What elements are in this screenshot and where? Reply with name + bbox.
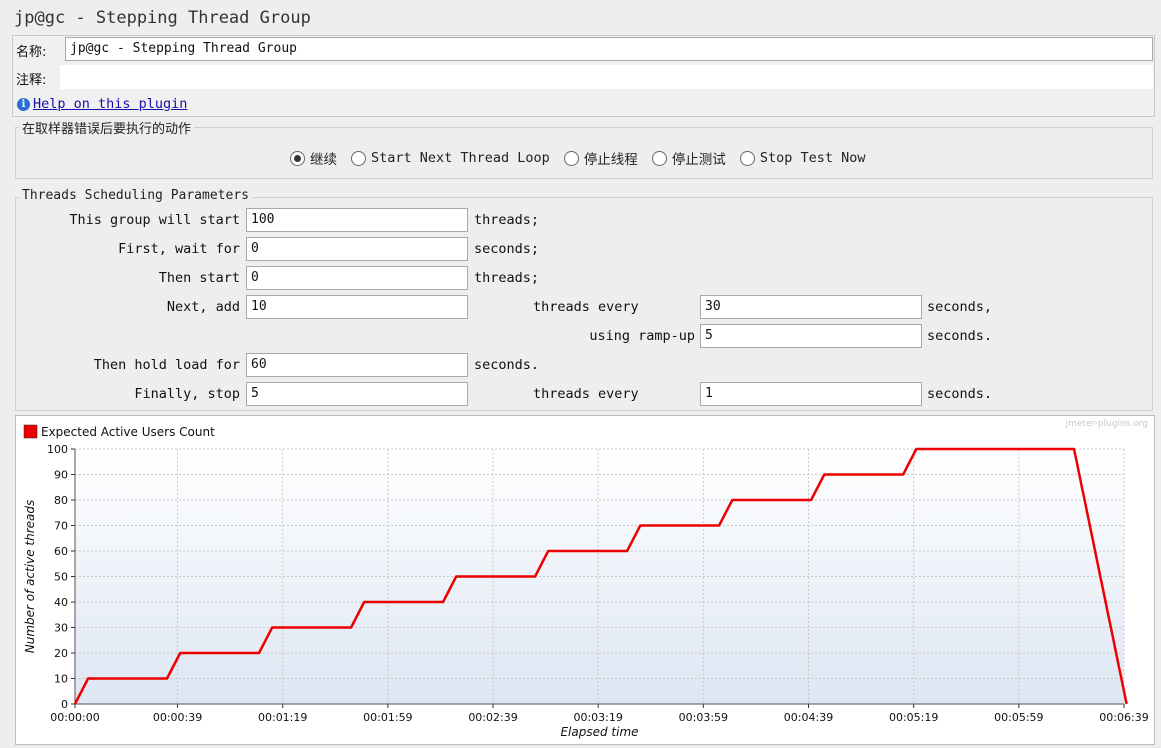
next-add-interval-input[interactable]: 30	[700, 295, 922, 319]
on-error-option[interactable]: 停止测试	[651, 148, 726, 168]
start-threads-input[interactable]: 100	[246, 208, 468, 232]
x-tick-label: 00:00:00	[50, 711, 99, 724]
on-error-option[interactable]: Start Next Thread Loop	[351, 150, 550, 166]
y-axis-title: Number of active threads	[23, 500, 37, 654]
next-add-unit: seconds,	[927, 299, 993, 315]
initial-delay-input[interactable]: 0	[246, 237, 468, 261]
x-tick-label: 00:00:39	[153, 711, 202, 724]
y-tick-label: 60	[54, 545, 68, 558]
ramp-up-input[interactable]: 5	[700, 324, 922, 348]
name-label: 名称:	[16, 45, 47, 60]
stop-threads-label: Finally, stop	[134, 386, 240, 402]
legend: Expected Active Users Count	[23, 424, 215, 439]
info-icon: i	[17, 98, 30, 111]
y-tick-label: 40	[54, 596, 68, 609]
radio-unchecked-icon[interactable]	[651, 150, 667, 166]
scheduling-legend: Threads Scheduling Parameters	[19, 188, 252, 203]
legend-label: Expected Active Users Count	[41, 425, 215, 439]
start-threads-unit: threads;	[474, 212, 540, 228]
legend-swatch	[23, 424, 38, 439]
on-error-option-label: Start Next Thread Loop	[371, 150, 550, 166]
start-threads-label: This group will start	[69, 212, 240, 228]
on-error-option[interactable]: 停止线程	[563, 148, 638, 168]
on-error-option-label: 停止测试	[671, 152, 726, 168]
y-tick-label: 20	[54, 647, 68, 660]
panel-title: jp@gc - Stepping Thread Group	[14, 8, 311, 28]
y-tick-label: 100	[47, 443, 68, 456]
then-start-label: Then start	[158, 270, 240, 286]
y-tick-label: 50	[54, 571, 68, 584]
stop-threads-input[interactable]: 5	[246, 382, 468, 406]
hold-load-unit: seconds.	[474, 357, 540, 373]
x-tick-label: 00:01:19	[258, 711, 307, 724]
on-error-legend: 在取样器错误后要执行的动作	[19, 118, 195, 137]
x-axis-title: Elapsed time	[560, 725, 638, 739]
radio-unchecked-icon[interactable]	[563, 150, 579, 166]
help-link[interactable]: Help on this plugin	[33, 96, 187, 112]
ramp-up-unit: seconds.	[927, 328, 993, 344]
x-tick-label: 00:05:59	[994, 711, 1043, 724]
initial-delay-label: First, wait for	[118, 241, 240, 257]
radio-checked-icon[interactable]	[290, 150, 305, 166]
next-add-input[interactable]: 10	[246, 295, 468, 319]
x-tick-label: 00:04:39	[784, 711, 833, 724]
x-tick-label: 00:06:39	[1099, 711, 1148, 724]
watermark: jmeter-plugins.org	[1065, 419, 1148, 429]
initial-delay-unit: seconds;	[474, 241, 540, 257]
stop-threads-interval-input[interactable]: 1	[700, 382, 922, 406]
name-comment-box: 名称: jp@gc - Stepping Thread Group 注释: i …	[12, 35, 1155, 117]
x-tick-label: 00:05:19	[889, 711, 938, 724]
hold-load-input[interactable]: 60	[246, 353, 468, 377]
name-input[interactable]: jp@gc - Stepping Thread Group	[65, 37, 1153, 61]
on-error-option-label: 继续	[310, 152, 337, 168]
chart-svg: 0 10 20 30 40 50 60 70 80 90 100 00:00:00 00:00:39 00…	[23, 419, 1149, 739]
stop-threads-unit: seconds.	[927, 386, 993, 402]
hold-load-label: Then hold load for	[93, 357, 240, 373]
radio-unchecked-icon[interactable]	[739, 150, 755, 166]
y-tick-label: 30	[54, 622, 68, 635]
comment-input[interactable]	[60, 65, 1153, 89]
stop-threads-mid-label: threads every	[533, 386, 639, 402]
y-tick-label: 90	[54, 469, 68, 482]
on-error-option[interactable]: Stop Test Now	[739, 150, 866, 166]
x-tick-label: 00:02:39	[468, 711, 517, 724]
x-tick-label: 00:01:59	[363, 711, 412, 724]
ramp-up-label: using ramp-up	[589, 328, 695, 344]
on-error-option-label: 停止线程	[583, 152, 638, 168]
next-add-label: Next, add	[166, 299, 240, 315]
on-error-option[interactable]: 继续	[290, 148, 337, 168]
x-tick-label: 00:03:19	[573, 711, 622, 724]
then-start-input[interactable]: 0	[246, 266, 468, 290]
y-tick-label: 80	[54, 494, 68, 507]
expected-users-chart: 0 10 20 30 40 50 60 70 80 90 100 00:00:00 00:00:39 00…	[15, 415, 1155, 745]
x-tick-label: 00:03:59	[679, 711, 728, 724]
y-tick-label: 0	[61, 698, 68, 711]
y-tick-label: 70	[54, 520, 68, 533]
on-error-options: 继续 Start Next Thread Loop 停止线程 停止测试 Stop Tes…	[290, 148, 879, 168]
y-tick-label: 10	[54, 673, 68, 686]
comment-label: 注释:	[16, 73, 47, 88]
on-error-option-label: Stop Test Now	[759, 150, 866, 166]
then-start-unit: threads;	[474, 270, 540, 286]
radio-unchecked-icon[interactable]	[351, 150, 366, 166]
next-add-mid-label: threads every	[533, 299, 639, 315]
